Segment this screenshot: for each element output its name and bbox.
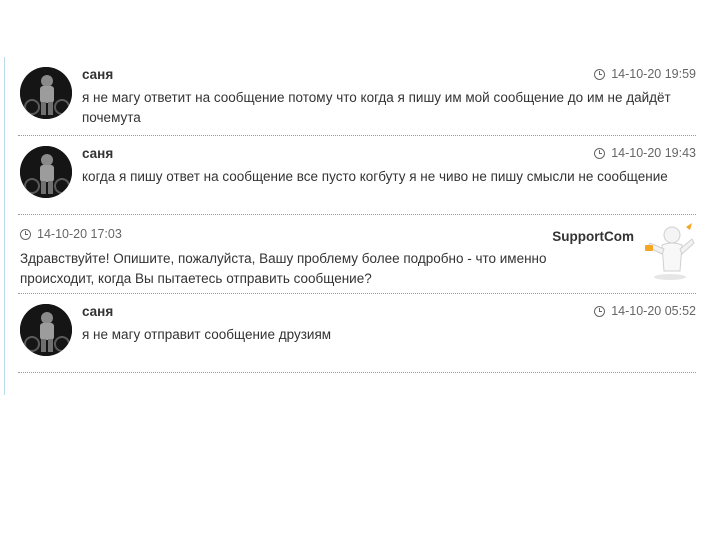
avatar-photo-icon [20,304,72,356]
message-text: я не магу ответит на сообщение потому чт… [82,90,671,125]
avatar-photo-icon [20,146,72,198]
message-timestamp: 14-10-20 05:52 [594,304,696,318]
message-author[interactable]: саня [82,304,113,319]
message-timestamp: 14-10-20 19:59 [594,67,696,81]
thread-left-border [4,57,5,395]
timestamp-text: 14-10-20 17:03 [37,227,122,241]
message-item: саня 14-10-20 05:52 я не магу отправит с… [18,294,696,373]
clock-icon [20,228,31,240]
user-avatar[interactable] [20,67,72,119]
timestamp-text: 14-10-20 19:59 [611,67,696,81]
message-author[interactable]: саня [82,67,113,82]
message-thread: саня 14-10-20 19:59 я не магу ответит на… [18,57,696,373]
clock-icon [594,147,606,159]
clock-icon [594,68,606,80]
message-text: когда я пишу ответ на сообщение все пуст… [82,169,668,184]
message-item: саня 14-10-20 19:59 я не магу ответит на… [18,57,696,136]
message-item: саня 14-10-20 19:43 когда я пишу ответ н… [18,136,696,215]
support-author[interactable]: SupportCom [552,229,634,244]
message-text: я не магу отправит сообщение друзиям [82,327,332,342]
timestamp-text: 14-10-20 05:52 [611,304,696,318]
support-mascot-icon [645,223,695,280]
avatar-photo-icon [20,67,72,119]
user-avatar[interactable] [20,146,72,198]
support-mascot-logo [640,221,696,281]
clock-icon [594,305,606,317]
timestamp-text: 14-10-20 19:43 [611,146,696,160]
message-author[interactable]: саня [82,146,113,161]
message-text: Здравствуйте! Опишите, пожалуйста, Вашу … [20,251,547,286]
message-timestamp: 14-10-20 19:43 [594,146,696,160]
message-timestamp: 14-10-20 17:03 [20,227,122,241]
support-message-item: 14-10-20 17:03 SupportCom Здравствуйте! … [18,215,696,294]
user-avatar[interactable] [20,304,72,356]
